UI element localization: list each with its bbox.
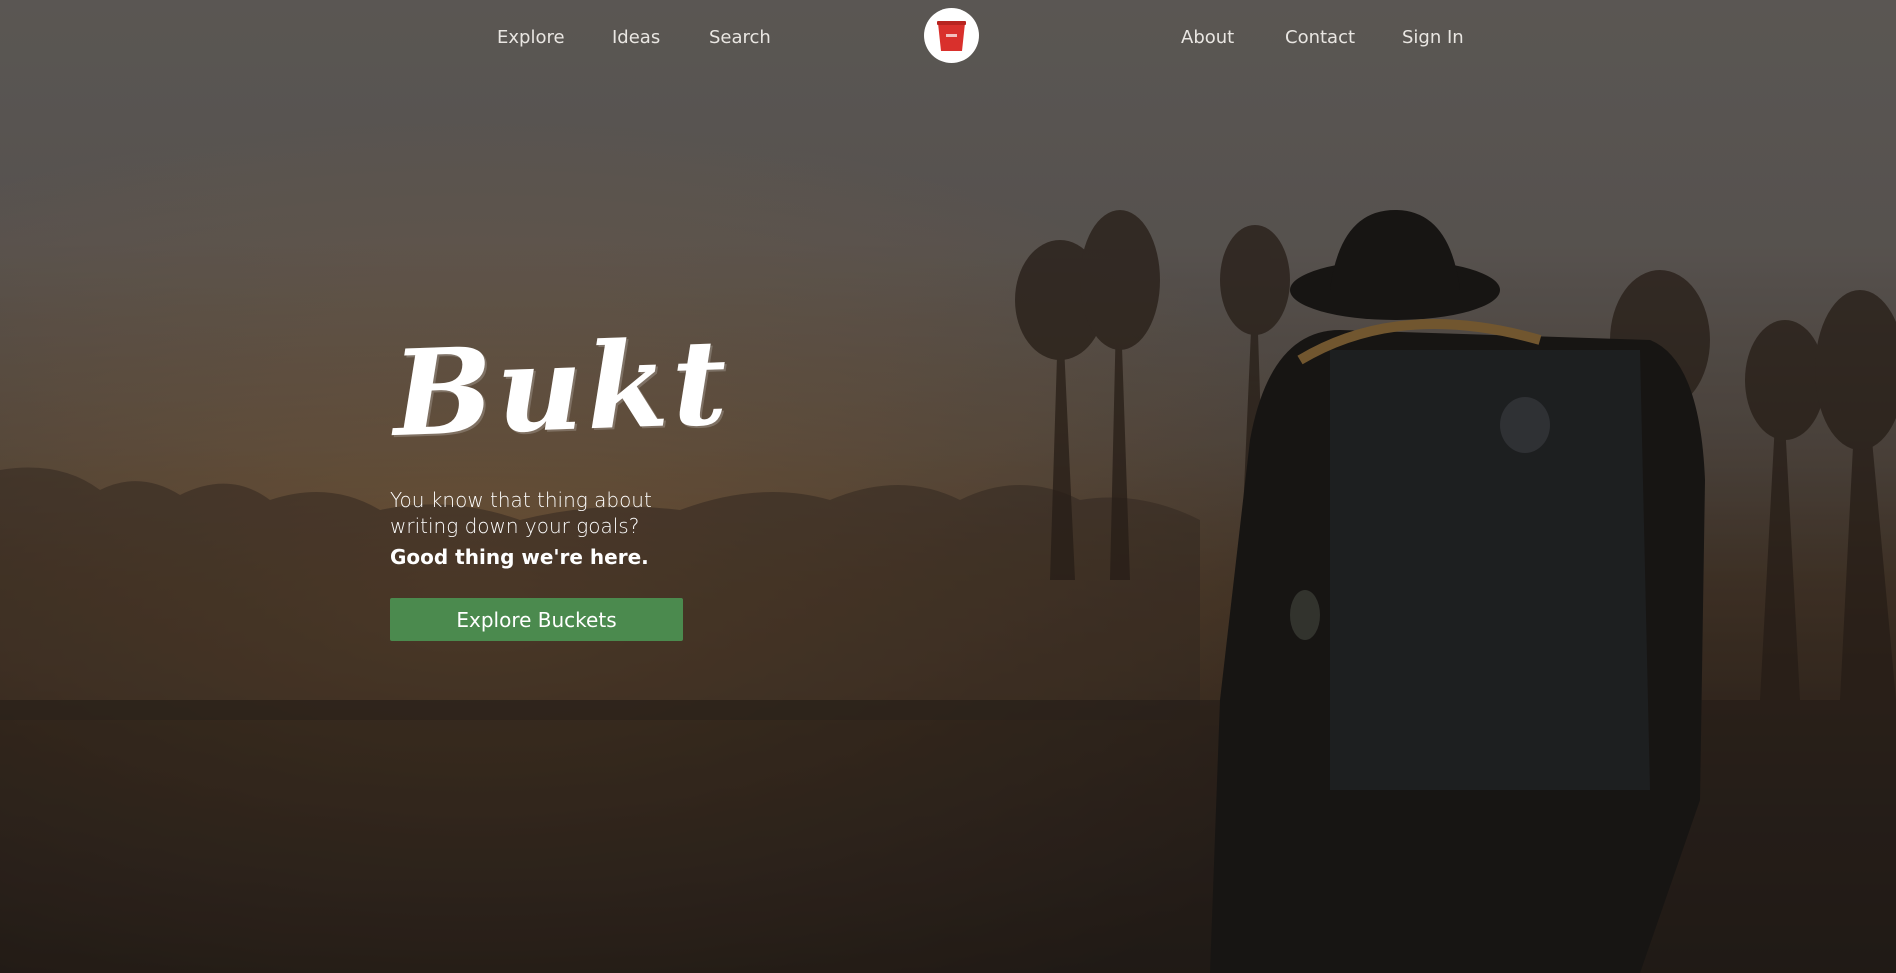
nav-link-explore[interactable]: Explore [497, 27, 565, 48]
tagline-emphasis: Good thing we're here. [390, 545, 649, 569]
hero-tagline: You know that thing about writing down y… [390, 487, 690, 539]
home-logo[interactable] [924, 8, 979, 63]
tagline-line-1: You know that thing about [390, 488, 652, 512]
tagline-line-2: writing down your goals? [390, 514, 640, 538]
nav-link-sign-in[interactable]: Sign In [1402, 27, 1464, 48]
nav-link-about[interactable]: About [1181, 27, 1234, 48]
nav-link-search[interactable]: Search [709, 27, 771, 48]
hero-background-image [0, 0, 1896, 973]
nav-link-contact[interactable]: Contact [1285, 27, 1355, 48]
landing-page: Explore Ideas Search About Contact Sign … [0, 0, 1896, 973]
bucket-icon [937, 21, 966, 51]
explore-buckets-button[interactable]: Explore Buckets [390, 598, 683, 641]
brand-wordmark: Bukt [390, 312, 733, 463]
top-navigation: Explore Ideas Search About Contact Sign … [0, 0, 1896, 76]
nav-link-ideas[interactable]: Ideas [612, 27, 660, 48]
